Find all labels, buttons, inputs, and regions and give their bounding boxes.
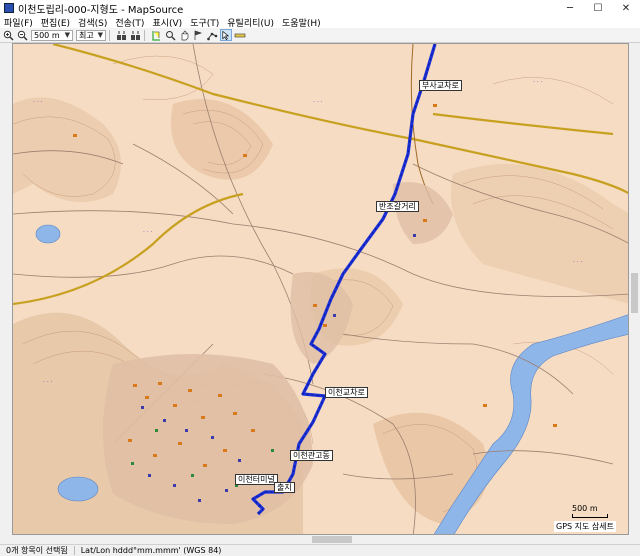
map-credit: GPS 지도 삼세트 [554, 521, 616, 532]
menu-utilities[interactable]: 유틸리티(U) [223, 16, 278, 29]
title-bar: 이천도립리-000-지형도 - MapSource ─ ☐ ✕ [0, 0, 640, 16]
horizontal-scrollbar[interactable] [12, 535, 629, 544]
map-view[interactable]: · · · · · · · · · · · · · · · · · · 부사교차로 반조… [12, 43, 629, 535]
selection-tool-icon[interactable] [220, 29, 232, 41]
measure-tool-icon[interactable] [234, 29, 246, 41]
map-label-banjo: 반조갈거리 [376, 201, 419, 212]
detail-level-select[interactable]: 최고 ▼ [76, 29, 106, 41]
close-button[interactable]: ✕ [612, 0, 640, 16]
svg-text:· · ·: · · · [43, 379, 53, 386]
app-icon [4, 3, 14, 13]
map-scale: 500 m [572, 504, 608, 518]
status-bar: 0개 항목이 선택됨 Lat/Lon hddd°mm.mmm' (WGS 84) [0, 544, 640, 556]
left-margin [0, 43, 12, 544]
map-label-icheon-intersection: 이천교차로 [325, 387, 368, 398]
zoom-scale-value: 500 m [34, 30, 60, 40]
route-tool-icon[interactable] [206, 29, 218, 41]
waypoint-tool-icon[interactable] [192, 29, 204, 41]
receive-from-device-icon[interactable] [115, 29, 127, 41]
map-label-icheon-gwango: 이천관고동 [290, 450, 333, 461]
minimize-button[interactable]: ─ [556, 0, 584, 16]
toolbar-separator [144, 29, 145, 41]
send-to-device-icon[interactable] [129, 29, 141, 41]
maximize-button[interactable]: ☐ [584, 0, 612, 16]
chevron-down-icon: ▼ [64, 31, 70, 39]
menu-edit[interactable]: 편집(E) [37, 16, 74, 29]
vertical-scroll-thumb[interactable] [631, 273, 638, 313]
zoom-in-icon[interactable] [2, 29, 14, 41]
window-controls: ─ ☐ ✕ [556, 0, 640, 16]
svg-text:· · ·: · · · [143, 229, 153, 236]
toolbar: 500 m ▼ 최고 ▼ [0, 28, 640, 43]
selection-status: 0개 항목이 선택됨 [6, 546, 68, 555]
menu-help[interactable]: 도움말(H) [278, 16, 325, 29]
menu-file[interactable]: 파일(F) [0, 16, 37, 29]
scale-bar [572, 514, 608, 518]
chevron-down-icon: ▼ [97, 31, 103, 39]
menu-transfer[interactable]: 전송(T) [111, 16, 148, 29]
zoom-scale-select[interactable]: 500 m ▼ [31, 29, 73, 41]
map-label-busa-intersection: 부사교차로 [419, 80, 462, 91]
zoom-out-icon[interactable] [16, 29, 28, 41]
map-label-endpoint: 출지 [274, 482, 295, 493]
window-title: 이천도립리-000-지형도 - MapSource [18, 4, 184, 16]
detail-level-value: 최고 [79, 30, 94, 40]
map-label-icheon-terminal: 이천터미널 [235, 474, 278, 485]
expressway [410, 44, 434, 205]
svg-text:· · ·: · · · [533, 79, 543, 86]
zoom-tool-icon[interactable] [164, 29, 176, 41]
svg-text:· · ·: · · · [313, 99, 323, 106]
menu-view[interactable]: 표시(V) [148, 16, 186, 29]
menu-bar: 파일(F) 편집(E) 검색(S) 전송(T) 표시(V) 도구(T) 유틸리티… [0, 16, 640, 29]
hand-tool-icon[interactable] [178, 29, 190, 41]
svg-text:· · ·: · · · [573, 259, 583, 266]
toolbar-separator [109, 29, 110, 41]
map-canvas: · · · · · · · · · · · · · · · · · · [13, 44, 628, 534]
horizontal-scroll-thumb[interactable] [312, 536, 352, 543]
menu-search[interactable]: 검색(S) [74, 16, 111, 29]
scale-label: 500 m [572, 504, 598, 513]
map-tool-icon[interactable] [150, 29, 162, 41]
svg-text:· · ·: · · · [33, 99, 43, 106]
coordinate-format: Lat/Lon hddd°mm.mmm' (WGS 84) [80, 546, 222, 555]
vertical-scrollbar[interactable] [629, 43, 640, 535]
menu-tools[interactable]: 도구(T) [186, 16, 223, 29]
